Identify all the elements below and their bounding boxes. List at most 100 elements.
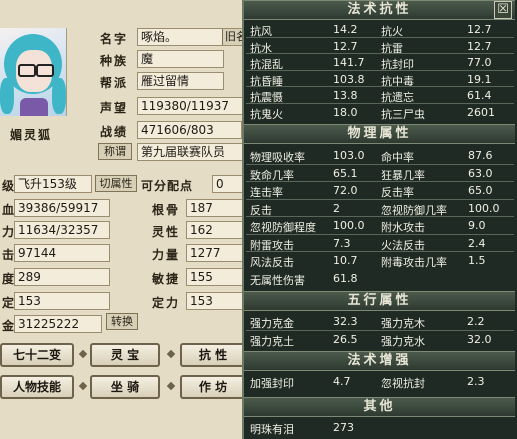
agility-value: 155 (186, 268, 246, 286)
physical-value: 87.6 (468, 149, 493, 162)
resist-value: 14.2 (333, 23, 358, 36)
row-divider (246, 102, 514, 104)
exchange-button[interactable]: 转换 (106, 313, 138, 330)
element-value: 32.0 (467, 332, 492, 346)
title-value: 第九届联赛队员 (137, 143, 250, 161)
row-divider (246, 329, 514, 331)
element-label: 强力克水 (381, 334, 425, 348)
boost-label: 忽视抗封 (381, 377, 425, 390)
resist-value: 12.7 (467, 39, 492, 53)
character-info-panel: 媚灵狐 名字 啄焰。 旧名 种族 魔 帮派 雁过留情 声望 119380/119… (0, 0, 250, 439)
other-label: 明珠有泪 (250, 423, 294, 436)
physical-value: 65.0 (468, 184, 493, 197)
race-label: 种族 (100, 54, 129, 68)
close-icon[interactable]: ☒ (494, 1, 512, 19)
physical-value: 63.0 (468, 166, 493, 180)
boost-label: 加强封印 (250, 377, 294, 390)
physical-value: 7.3 (333, 236, 351, 250)
focus-label: 定力 (152, 296, 181, 310)
resist-value: 141.7 (333, 56, 365, 69)
portrait-name: 媚灵狐 (10, 128, 53, 142)
power-label: 力量 (152, 248, 181, 262)
resist-value: 77.0 (467, 56, 492, 69)
element-section-title: 五行属性 (244, 291, 515, 311)
element-label: 强力克土 (250, 334, 294, 348)
physical-value: 65.1 (333, 166, 358, 180)
element-value: 26.5 (333, 332, 358, 346)
element-value: 32.3 (333, 315, 358, 328)
attack-value: 97144 (14, 244, 110, 262)
resist-value: 18.0 (333, 105, 358, 119)
mp-value: 11634/32357 (14, 221, 110, 239)
switch-attribute-button[interactable]: 切属性 (95, 175, 137, 192)
sect-label: 帮派 (100, 76, 129, 90)
race-value: 魔 (137, 50, 224, 68)
row-divider (246, 251, 514, 252)
physical-value: 100.0 (468, 201, 500, 215)
physical-value: 100.0 (333, 219, 365, 232)
physical-label: 附毒攻击几率 (381, 256, 447, 269)
row-divider (246, 86, 514, 87)
physical-value: 2 (333, 201, 340, 215)
spirit-label: 灵性 (152, 225, 181, 239)
hp-value: 39386/59917 (14, 199, 110, 217)
resist-label: 抗三尸虫 (381, 107, 425, 121)
physical-value: 10.7 (333, 254, 358, 267)
level-value: 飞升153级 (14, 175, 92, 193)
money-value: 31225222 (14, 315, 102, 333)
physical-value: 1.5 (468, 254, 486, 267)
fame-label: 声望 (100, 101, 129, 115)
agility-label: 敏捷 (152, 272, 181, 286)
resist-value: 61.4 (467, 89, 492, 102)
physical-value: 72.0 (333, 184, 358, 197)
row-divider (246, 216, 514, 217)
spirit-value: 162 (186, 221, 246, 239)
row-divider (246, 69, 514, 71)
resist-value: 19.1 (467, 72, 492, 86)
character-portrait (0, 28, 67, 116)
character-skills-button[interactable]: 人物技能 (0, 375, 74, 399)
alloc-label: 可分配点 (141, 179, 194, 193)
physical-last-value: 61.8 (333, 272, 358, 285)
other-section-title: 其他 (244, 397, 515, 417)
resist-label: 抗鬼火 (250, 107, 283, 121)
mount-button[interactable]: 坐 骑 (90, 375, 160, 399)
resist-section-title: 法术抗性 (244, 0, 515, 20)
name-value: 啄焰。 (141, 30, 178, 44)
row-divider (246, 53, 514, 54)
resistance-button[interactable]: 抗 性 (180, 343, 246, 367)
sect-value: 雁过留情 (137, 72, 224, 90)
physical-value: 2.4 (468, 236, 486, 250)
resist-value: 13.8 (333, 89, 358, 102)
defense-value: 289 (14, 268, 110, 286)
root-label: 根骨 (152, 203, 181, 217)
resist-value: 103.8 (333, 72, 365, 86)
workshop-button[interactable]: 作 坊 (180, 375, 246, 399)
element-value: 2.2 (467, 315, 485, 328)
other-value: 273 (333, 421, 354, 434)
row-divider (246, 36, 514, 38)
transformation-button[interactable]: 七十二变 (0, 343, 74, 367)
physical-last-label: 无属性伤害 (250, 274, 305, 287)
physical-label: 风法反击 (250, 256, 294, 269)
focus-value: 153 (186, 292, 246, 310)
power-value: 1277 (186, 244, 246, 262)
resist-value: 2601 (467, 105, 495, 119)
title-button[interactable]: 称谓 (98, 143, 132, 160)
name-field: 啄焰。 旧名 (137, 28, 250, 46)
speed-value: 153 (14, 292, 110, 310)
row-divider (246, 233, 514, 235)
magic-treasure-button[interactable]: 灵 宝 (90, 343, 160, 367)
record-label: 战绩 (100, 125, 129, 139)
physical-value: 9.0 (468, 219, 486, 232)
boost-section-title: 法术增强 (244, 351, 515, 371)
row-divider (246, 181, 514, 182)
record-value: 471606/803 (137, 121, 242, 139)
resist-value: 12.7 (467, 23, 492, 36)
boost-value: 2.3 (467, 375, 485, 388)
name-label: 名字 (100, 32, 129, 46)
row-divider (246, 163, 514, 165)
row-divider (246, 198, 514, 200)
boost-value: 4.7 (333, 375, 351, 388)
fame-value: 119380/11937 (137, 97, 250, 115)
